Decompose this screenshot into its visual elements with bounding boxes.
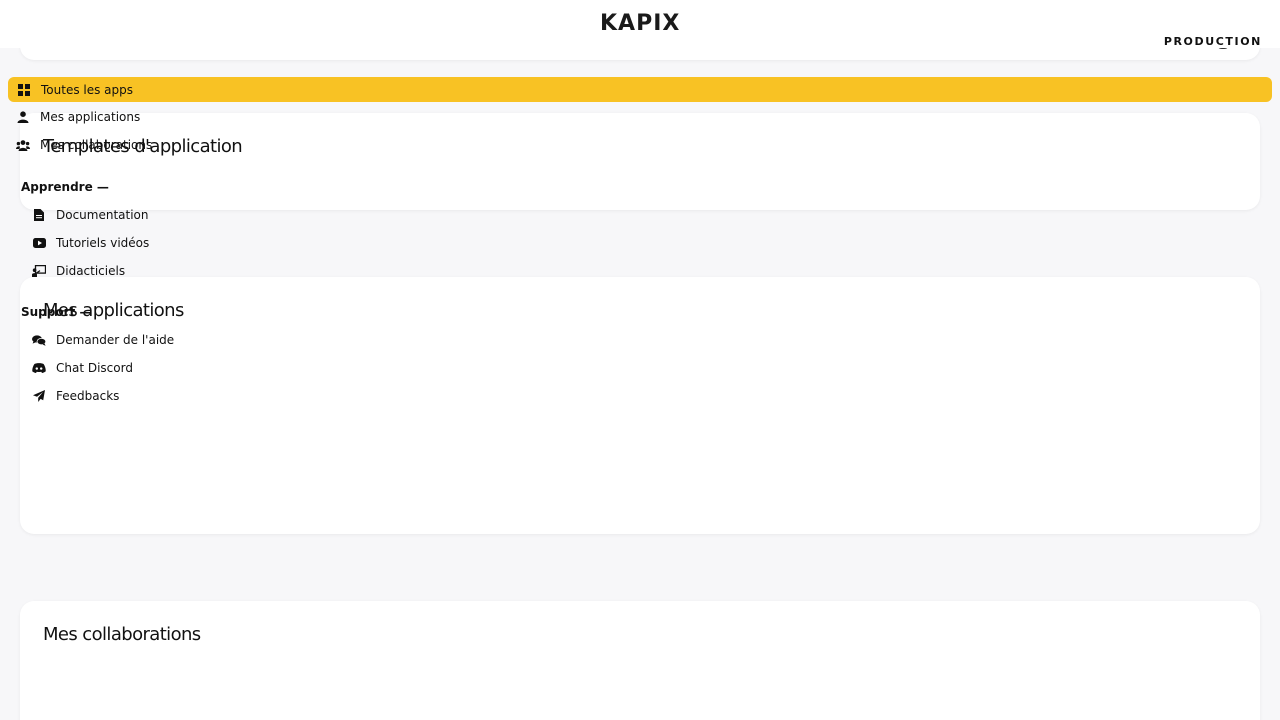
nav-item-label: Documentation	[56, 208, 149, 222]
nav-item-label: Tutoriels vidéos	[56, 236, 150, 250]
youtube-icon	[32, 236, 46, 250]
nav-item-label: Feedbacks	[56, 389, 120, 403]
nav-item-tutorials[interactable]: Didacticiels	[32, 259, 125, 283]
nav-item-label: Toutes les apps	[41, 82, 134, 97]
teacher-board-icon	[32, 264, 46, 278]
learn-section-heading: Apprendre —	[21, 180, 109, 194]
nav-item-discord-chat[interactable]: Chat Discord	[32, 356, 133, 380]
logo-text: KAPIX	[600, 10, 681, 36]
nav-item-label: Didacticiels	[56, 264, 126, 278]
my-collabs-title: Mes collaborations	[43, 624, 201, 645]
kapix-logo[interactable]: KAPIX	[600, 10, 680, 36]
support-section-heading: Support —	[21, 305, 92, 319]
nav-item-label: Chat Discord	[56, 361, 133, 375]
nav-item-my-collabs[interactable]: Mes collaborations	[16, 133, 152, 157]
nav-item-ask-help[interactable]: Demander de l'aide	[32, 328, 174, 352]
nav-item-label: Mes applications	[40, 110, 141, 124]
nav-item-documentation[interactable]: Documentation	[32, 203, 149, 227]
grid-icon	[17, 83, 31, 97]
my-collabs-card: Mes collaborations	[20, 601, 1260, 720]
users-icon	[16, 138, 30, 152]
top-header: KAPIX	[0, 0, 1280, 48]
nav-item-my-apps[interactable]: Mes applications	[16, 105, 140, 129]
environment-label: PRODUCTION	[1163, 35, 1262, 48]
document-icon	[32, 208, 46, 222]
nav-item-feedbacks[interactable]: Feedbacks	[32, 384, 119, 408]
templates-card: Templates d'application	[20, 113, 1260, 210]
nav-item-label: Demander de l'aide	[56, 333, 175, 347]
paper-plane-icon	[32, 389, 46, 403]
nav-item-label: Mes collaborations	[40, 138, 153, 152]
nav-item-all-apps[interactable]: Toutes les apps	[8, 77, 1272, 102]
nav-item-video-tutorials[interactable]: Tutoriels vidéos	[32, 231, 149, 255]
user-icon	[16, 110, 30, 124]
discord-icon	[32, 361, 46, 375]
my-apps-card: Mes applications	[20, 277, 1260, 534]
comments-icon	[32, 333, 46, 347]
